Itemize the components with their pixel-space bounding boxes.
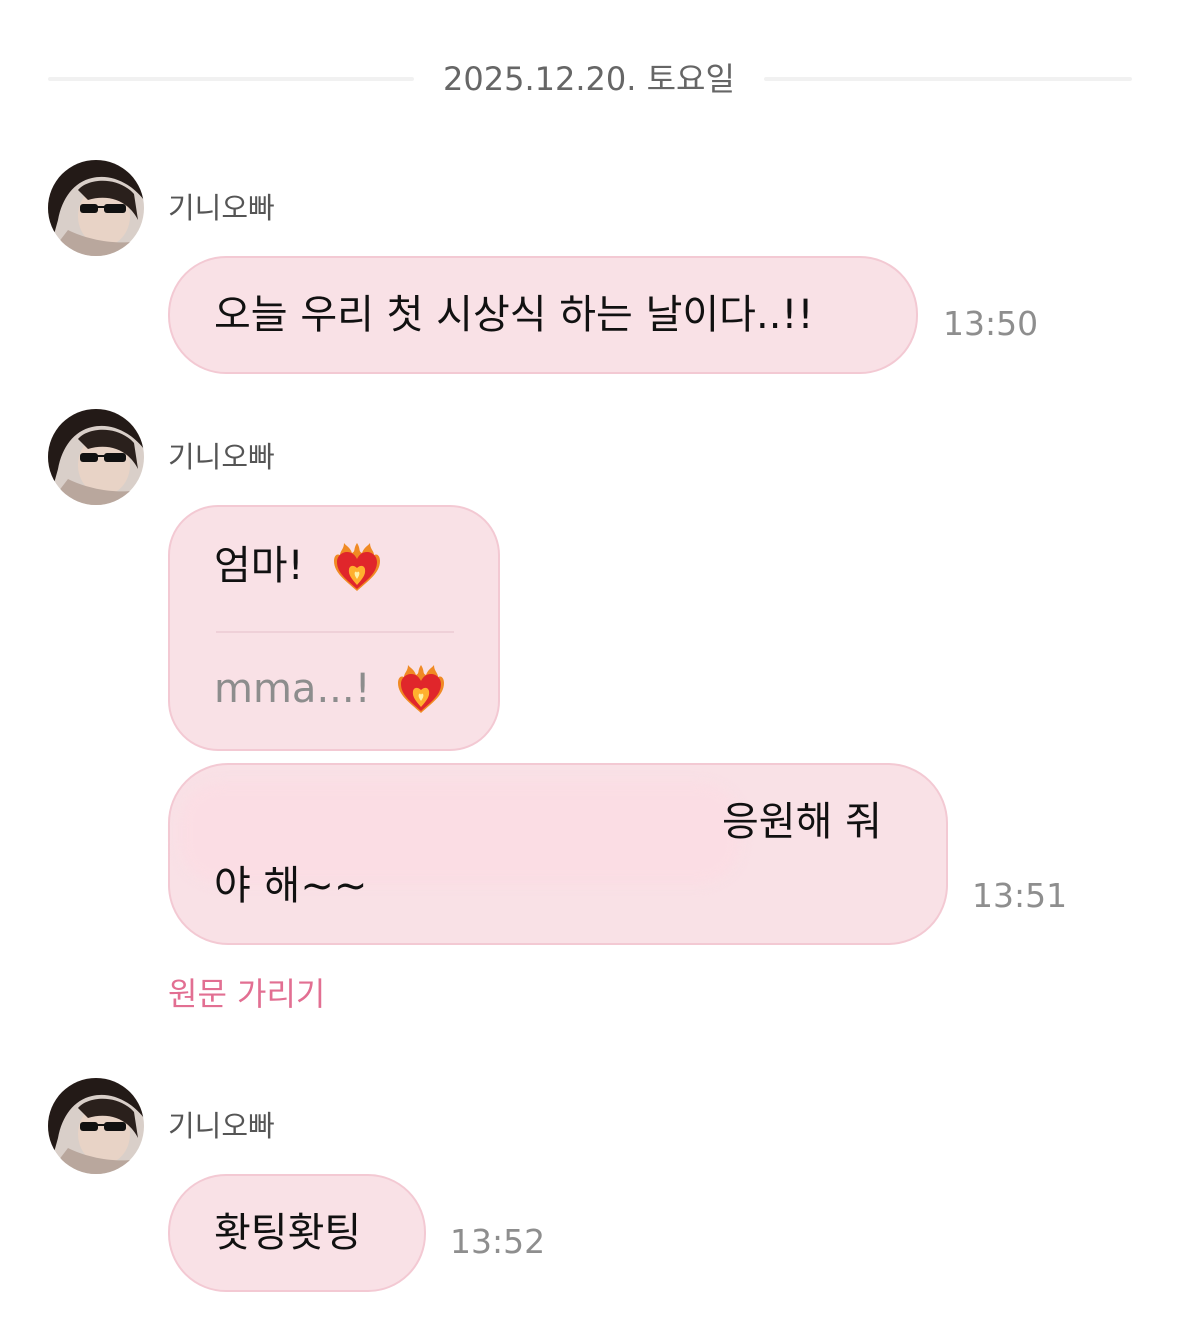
message-text-line1: 응원해 줘 bbox=[722, 799, 882, 845]
message-bubble[interactable]: 응원해 줘 야 해~~ bbox=[168, 763, 948, 945]
hide-original-link[interactable]: 원문 가리기 bbox=[168, 973, 325, 1015]
message-bubble[interactable]: 홧팅홧팅 bbox=[168, 1174, 426, 1292]
message-time: 13:52 bbox=[450, 1222, 546, 1261]
avatar[interactable] bbox=[48, 160, 144, 256]
message-text-line2: 야 해~~ bbox=[214, 863, 368, 909]
sender-name: 기니오빠 bbox=[168, 440, 275, 474]
sender-name: 기니오빠 bbox=[168, 191, 275, 225]
message-bubble[interactable]: 오늘 우리 첫 시상식 하는 날이다..!! bbox=[168, 256, 918, 374]
message-time: 13:50 bbox=[943, 304, 1039, 343]
translated-message-bubble[interactable]: 엄마! mma...! bbox=[168, 505, 500, 751]
message-text: 홧팅홧팅 bbox=[214, 1210, 362, 1256]
avatar[interactable] bbox=[48, 1078, 144, 1174]
message-text: 오늘 우리 첫 시상식 하는 날이다..!! bbox=[214, 292, 814, 338]
heart-on-fire-icon bbox=[392, 659, 450, 721]
original-message-text: 엄마! bbox=[214, 543, 304, 589]
date-divider-left bbox=[48, 77, 414, 81]
sender-name: 기니오빠 bbox=[168, 1109, 275, 1143]
message-time: 13:51 bbox=[972, 876, 1068, 915]
heart-on-fire-icon bbox=[328, 537, 386, 599]
date-label: 2025.12.20. 토요일 bbox=[443, 60, 735, 98]
translated-message-text: mma...! bbox=[214, 666, 371, 712]
avatar[interactable] bbox=[48, 409, 144, 505]
translation-divider bbox=[216, 631, 454, 633]
date-separator: 2025.12.20. 토요일 bbox=[48, 58, 1132, 100]
date-divider-right bbox=[764, 77, 1132, 81]
